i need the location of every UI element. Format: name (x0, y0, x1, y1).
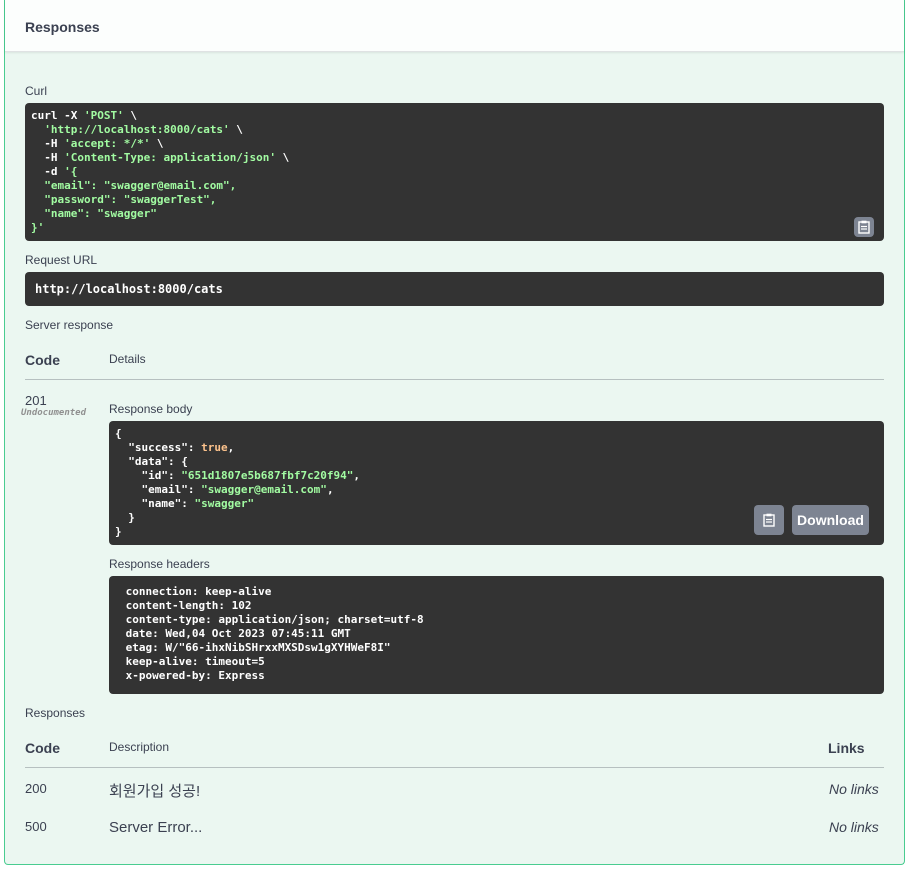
json-key: "name": (115, 497, 195, 510)
curl-line: "email": "swagger@email.com", (31, 179, 878, 193)
undocumented-label: Undocumented (21, 408, 87, 418)
json-literal: true (201, 441, 228, 454)
responses-label: Responses (25, 706, 86, 720)
curl-string: "email": "swagger@email.com", (31, 179, 237, 192)
download-button[interactable]: Download (792, 505, 869, 535)
responses-col-description: Description (109, 740, 170, 754)
curl-token: -d (31, 165, 65, 178)
responses-col-links: Links (828, 740, 865, 756)
response-code: 201 (25, 393, 47, 408)
response-row-description: 회원가입 성공! (109, 783, 201, 800)
json-key: "id": (115, 469, 182, 482)
panel-title: Responses (25, 19, 100, 35)
response-row-code: 500 (25, 819, 47, 834)
json-punct: , (353, 469, 361, 482)
clipboard-icon (858, 220, 870, 234)
request-url-label: Request URL (25, 253, 98, 267)
json-punct: , (227, 441, 235, 454)
response-body-line: "email": "swagger@email.com", (115, 483, 878, 497)
curl-token: -H (31, 151, 65, 164)
response-body-line: "data": { (115, 455, 878, 469)
curl-token: \ (276, 151, 290, 164)
json-key: } (115, 525, 122, 538)
responses-header-divider (25, 767, 884, 768)
server-col-code: Code (25, 352, 60, 368)
json-string: "swagger@email.com" (201, 483, 327, 496)
response-row-links: No links (829, 781, 879, 797)
curl-line: -d '{ (31, 165, 878, 179)
curl-string: 'POST' (83, 109, 124, 122)
copy-response-button[interactable] (754, 505, 784, 535)
curl-string: "password": "swaggerTest", (31, 193, 217, 206)
curl-string: 'Content-Type: application/json' (64, 151, 277, 164)
curl-line: "name": "swagger" (31, 207, 878, 221)
response-row-links: No links (829, 819, 879, 835)
response-headers-block[interactable]: connection: keep-alive content-length: 1… (109, 576, 884, 694)
curl-line: -H 'Content-Type: application/json' \ (31, 151, 878, 165)
json-punct: , (326, 483, 334, 496)
json-string: "651d1807e5b687fbf7c20f94" (181, 469, 354, 482)
response-headers-label: Response headers (109, 557, 210, 571)
curl-line: curl -X 'POST' \ (31, 109, 878, 123)
curl-token: -H (31, 137, 65, 150)
panel-header: Responses (5, 0, 904, 52)
clipboard-icon (763, 513, 775, 527)
response-body-line: "id": "651d1807e5b687fbf7c20f94", (115, 469, 878, 483)
curl-line: -H 'accept: */*' \ (31, 137, 878, 151)
curl-string: 'http://localhost:8000/cats' (44, 123, 230, 136)
request-url-value[interactable]: http://localhost:8000/cats (25, 272, 884, 306)
curl-string: 'accept: */*' (64, 137, 151, 150)
server-col-details: Details (109, 352, 146, 366)
curl-token (31, 123, 44, 136)
curl-line: "password": "swaggerTest", (31, 193, 878, 207)
curl-string: '{ (64, 165, 78, 178)
response-body-line: { (115, 427, 878, 441)
response-row-code: 200 (25, 781, 47, 796)
curl-line: }' (31, 221, 878, 235)
curl-line: 'http://localhost:8000/cats' \ (31, 123, 878, 137)
response-body-label: Response body (109, 402, 193, 416)
server-header-divider (25, 379, 884, 380)
copy-curl-button[interactable] (854, 217, 874, 237)
response-row-description: Server Error... (109, 819, 203, 836)
responses-col-code: Code (25, 740, 60, 756)
curl-token: \ (123, 109, 137, 122)
json-key: } (115, 511, 135, 524)
curl-string: "name": "swagger" (31, 207, 157, 220)
response-body-line: "success": true, (115, 441, 878, 455)
curl-token: \ (229, 123, 243, 136)
server-response-label: Server response (25, 318, 114, 332)
curl-code-block[interactable]: curl -X 'POST' \ 'http://localhost:8000/… (25, 103, 884, 241)
json-key: "email": (115, 483, 202, 496)
json-key: { (115, 427, 122, 440)
curl-token: curl -X (31, 109, 84, 122)
json-key: "success": (115, 441, 202, 454)
curl-token: \ (150, 137, 164, 150)
curl-label: Curl (25, 84, 48, 98)
curl-string: }' (31, 221, 45, 234)
json-key: "data": { (115, 455, 188, 468)
json-string: "swagger" (194, 497, 255, 510)
